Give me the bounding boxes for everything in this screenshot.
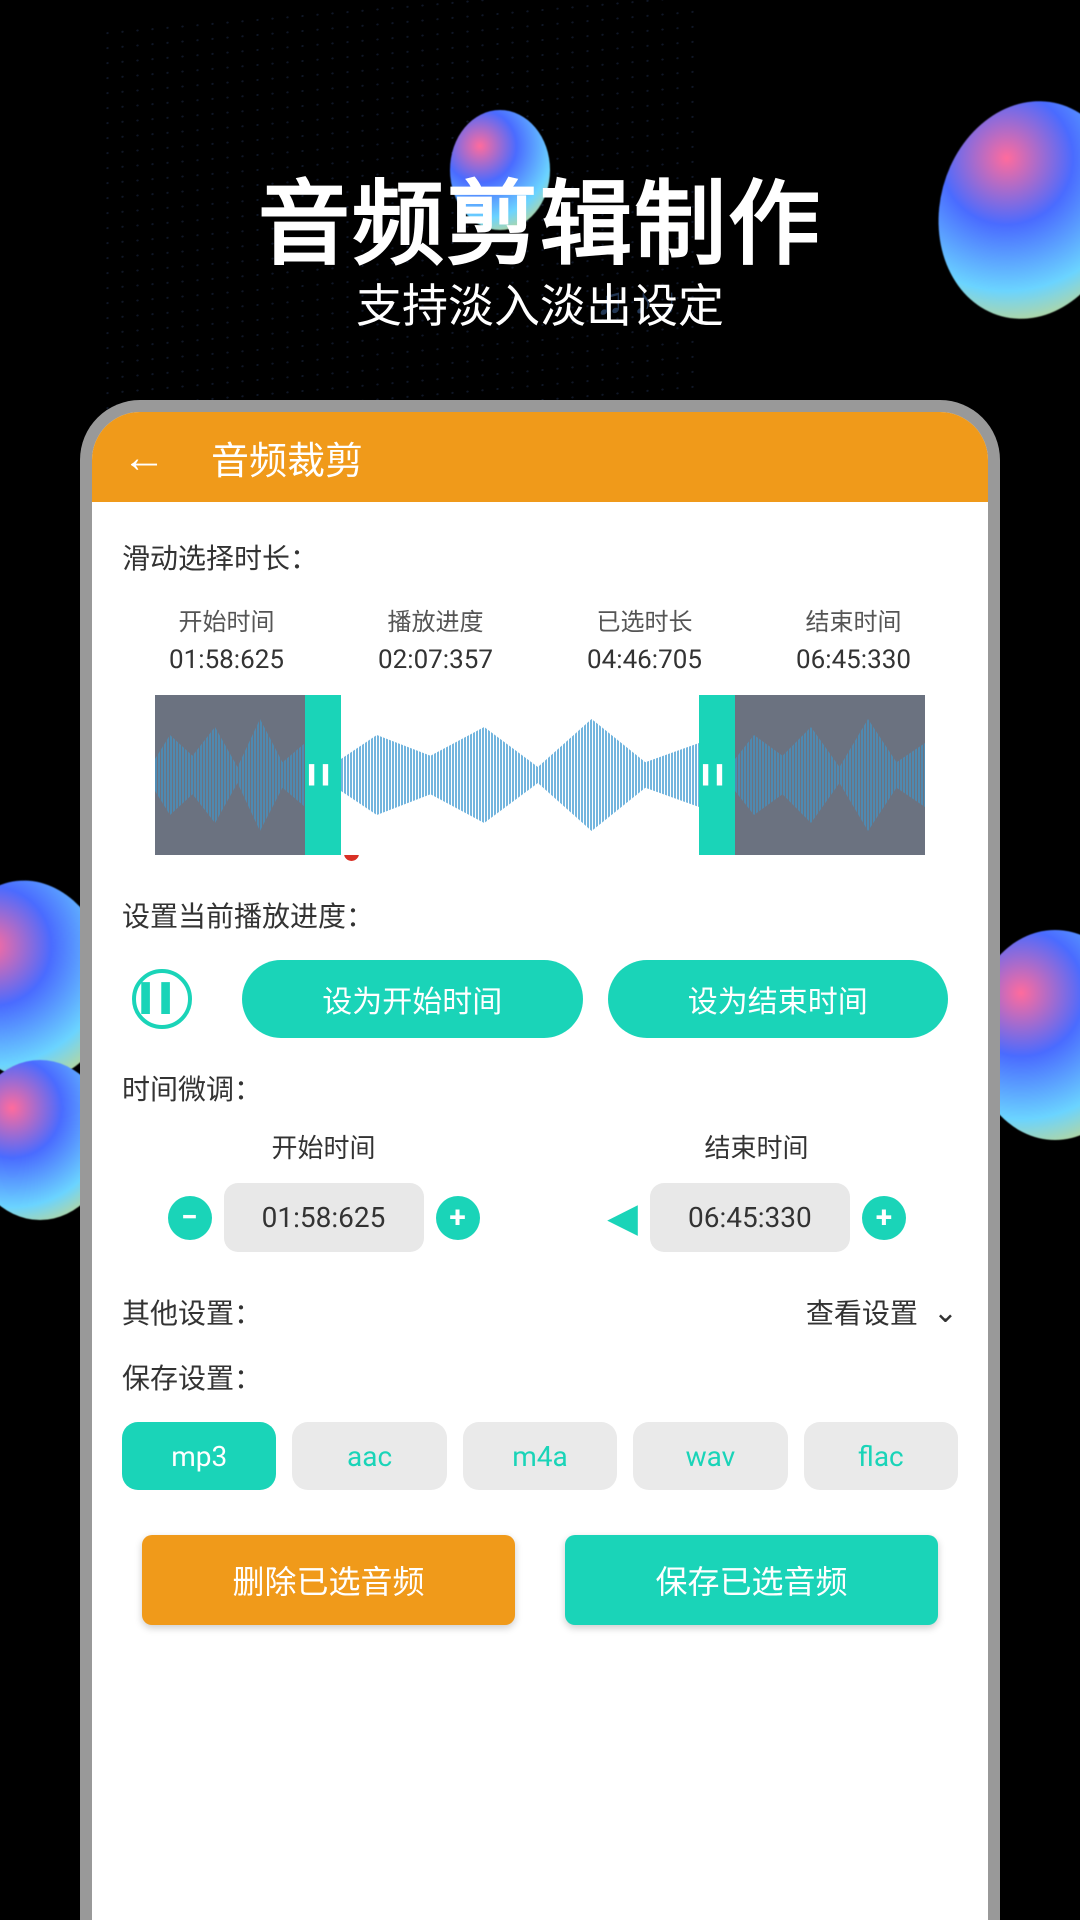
save-settings-label: 保存设置：: [122, 1357, 958, 1397]
hero-title: 音频剪辑制作: [0, 150, 1080, 283]
format-flac-chip[interactable]: flac: [804, 1422, 958, 1490]
content-area: 滑动选择时长： 开始时间 01:58:625 播放进度 02:07:357 已选…: [92, 502, 988, 1650]
back-arrow-icon[interactable]: ←: [122, 431, 166, 483]
app-header: ← 音频裁剪: [92, 412, 988, 502]
right-trim-handle[interactable]: ▍▍: [699, 695, 735, 855]
phone-screen: ← 音频裁剪 滑动选择时长： 开始时间 01:58:625 播放进度 02:07…: [92, 412, 988, 1920]
view-settings-link[interactable]: 查看设置 ⌄: [806, 1292, 958, 1332]
other-settings-label: 其他设置：: [122, 1292, 262, 1332]
end-time-col: 结束时间 06:45:330: [749, 602, 958, 675]
progress-time-value: 02:07:357: [331, 645, 540, 675]
pause-button[interactable]: ▍▍: [132, 969, 192, 1029]
fine-tune-start-group: 开始时间 − 01:58:625 +: [122, 1128, 525, 1252]
selected-time-value: 04:46:705: [540, 645, 749, 675]
fine-tune-end-group: 结束时间 ◀ 06:45:330 +: [555, 1128, 958, 1252]
start-increment-button[interactable]: +: [436, 1196, 480, 1240]
format-aac-chip[interactable]: aac: [292, 1422, 446, 1490]
end-increment-button[interactable]: +: [862, 1196, 906, 1240]
delete-button[interactable]: 删除已选音频: [142, 1535, 515, 1625]
progress-time-label: 播放进度: [331, 602, 540, 637]
view-settings-text: 查看设置: [806, 1292, 918, 1332]
waveform-editor[interactable]: ▍▍ ▍▍: [155, 695, 925, 855]
pause-icon: ▍▍: [142, 984, 182, 1014]
left-trim-handle[interactable]: ▍▍: [305, 695, 341, 855]
other-settings-row: 其他设置： 查看设置 ⌄: [122, 1292, 958, 1332]
set-start-button[interactable]: 设为开始时间: [242, 960, 583, 1038]
progress-section-label: 设置当前播放进度：: [122, 895, 958, 935]
fine-tune-row: 开始时间 − 01:58:625 + 结束时间 ◀ 06:45:330 +: [122, 1128, 958, 1252]
format-wav-chip[interactable]: wav: [633, 1422, 787, 1490]
start-stepper-value: 01:58:625: [224, 1183, 424, 1252]
start-decrement-button[interactable]: −: [168, 1196, 212, 1240]
hero-subtitle: 支持淡入淡出设定: [0, 270, 1080, 336]
end-time-value: 06:45:330: [749, 645, 958, 675]
app-title: 音频裁剪: [211, 430, 363, 485]
progress-time-col: 播放进度 02:07:357: [331, 602, 540, 675]
fine-tune-section-label: 时间微调：: [122, 1068, 958, 1108]
fine-tune-end-label: 结束时间: [555, 1128, 958, 1165]
start-time-value: 01:58:625: [122, 645, 331, 675]
slide-select-label: 滑动选择时长：: [122, 537, 958, 577]
start-time-col: 开始时间 01:58:625: [122, 602, 331, 675]
set-end-button[interactable]: 设为结束时间: [608, 960, 949, 1038]
end-time-label: 结束时间: [749, 602, 958, 637]
start-time-label: 开始时间: [122, 602, 331, 637]
format-mp3-chip[interactable]: mp3: [122, 1422, 276, 1490]
selected-time-col: 已选时长 04:46:705: [540, 602, 749, 675]
save-button[interactable]: 保存已选音频: [565, 1535, 938, 1625]
action-button-row: 删除已选音频 保存已选音频: [142, 1535, 938, 1625]
fine-tune-start-label: 开始时间: [122, 1128, 525, 1165]
chevron-down-icon: ⌄: [933, 1295, 958, 1330]
format-m4a-chip[interactable]: m4a: [463, 1422, 617, 1490]
selected-time-label: 已选时长: [540, 602, 749, 637]
format-selector-row: mp3 aac m4a wav flac: [122, 1422, 958, 1490]
end-stepper-value: 06:45:330: [650, 1183, 850, 1252]
end-prev-arrow-icon[interactable]: ◀: [607, 1194, 638, 1241]
set-time-button-row: ▍▍ 设为开始时间 设为结束时间: [132, 960, 948, 1038]
time-info-row: 开始时间 01:58:625 播放进度 02:07:357 已选时长 04:46…: [122, 602, 958, 675]
start-time-stepper: − 01:58:625 +: [122, 1183, 525, 1252]
end-time-stepper: ◀ 06:45:330 +: [555, 1183, 958, 1252]
phone-frame: ← 音频裁剪 滑动选择时长： 开始时间 01:58:625 播放进度 02:07…: [80, 400, 1000, 1920]
